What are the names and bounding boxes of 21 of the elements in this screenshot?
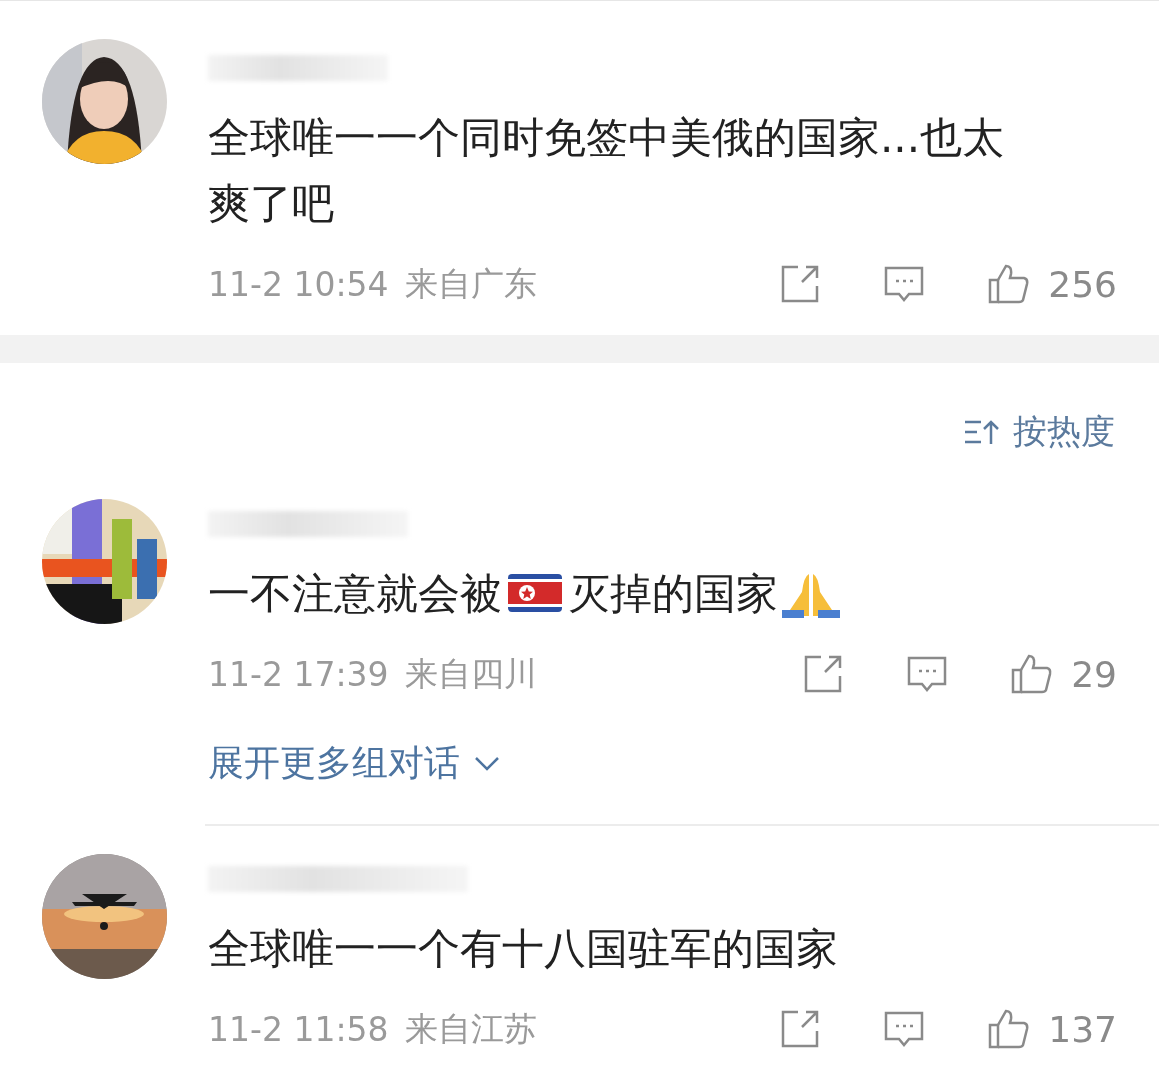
like-count: 29 xyxy=(1071,653,1117,695)
chevron-down-icon xyxy=(474,755,500,772)
flag-icon xyxy=(508,574,562,612)
thumbs-up-icon[interactable] xyxy=(986,262,1031,306)
praying-hands-icon xyxy=(782,572,840,618)
comment-text: 全球唯一一个有十八国驻军的国家 xyxy=(208,923,839,975)
thumbs-up-icon[interactable] xyxy=(986,1007,1031,1051)
comment-text: 一不注意就会被 灭掉的国家 xyxy=(208,561,1117,627)
comment-time: 11-2 10:54 xyxy=(208,264,389,304)
comment-location: 来自四川 xyxy=(404,652,538,695)
sort-icon xyxy=(963,418,1001,446)
sort-button[interactable]: 按热度 xyxy=(963,409,1115,455)
like-count: 256 xyxy=(1048,263,1117,305)
comment-location: 来自江苏 xyxy=(404,1007,538,1050)
thumbs-up-icon[interactable] xyxy=(1009,652,1054,696)
comment-location: 来自广东 xyxy=(404,262,538,305)
like-count: 137 xyxy=(1048,1008,1117,1050)
comment-time: 11-2 11:58 xyxy=(208,1009,389,1049)
comment-time: 11-2 17:39 xyxy=(208,654,389,694)
expand-conversation-link[interactable]: 展开更多组对话 xyxy=(208,739,1117,788)
comment-text: 全球唯一一个同时免签中美俄的国家...也太爽了吧 xyxy=(208,112,1006,230)
